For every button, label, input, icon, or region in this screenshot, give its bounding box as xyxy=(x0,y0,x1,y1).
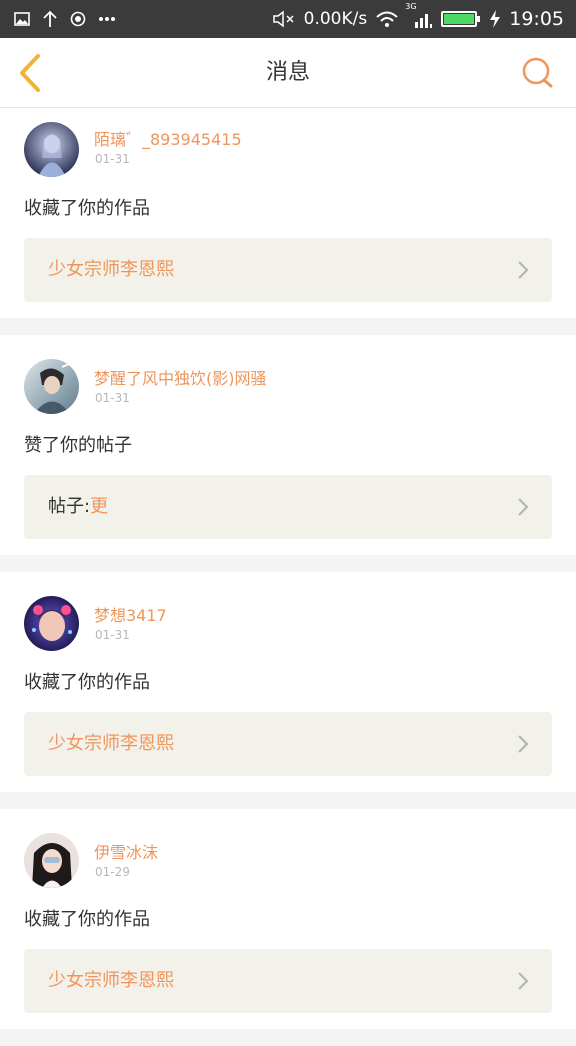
network-speed: 0.00K/s xyxy=(303,9,368,29)
clock: 19:05 xyxy=(509,8,564,30)
chevron-right-icon xyxy=(518,735,529,753)
message-card: 梦醒了风中独饮(影)网骚 01-31 赞了你的帖子 帖子:更 xyxy=(0,335,576,555)
status-bar-left xyxy=(14,10,116,28)
page-title: 消息 xyxy=(265,60,310,85)
work-title: 少女宗师李恩熙 xyxy=(48,949,174,1013)
network-type: 3G xyxy=(405,2,417,11)
message-card: 伊雪冰沫 01-29 收藏了你的作品 少女宗师李恩熙 xyxy=(0,809,576,1029)
avatar[interactable] xyxy=(24,833,79,888)
header: 消息 xyxy=(0,38,576,108)
battery-icon xyxy=(441,11,481,27)
post-link[interactable]: 帖子:更 xyxy=(24,475,552,539)
message-action: 收藏了你的作品 xyxy=(24,672,150,693)
message-action: 收藏了你的作品 xyxy=(24,198,150,219)
image-icon xyxy=(14,12,30,26)
signal-icon: 3G xyxy=(405,2,433,28)
post-title-text: 更 xyxy=(90,496,109,517)
message-action: 收藏了你的作品 xyxy=(24,909,150,930)
message-list: 陌璃゛_893945415 01-31 收藏了你的作品 少女宗师李恩熙 梦醒了风… xyxy=(0,108,576,1046)
message-time: 01-29 xyxy=(95,865,130,879)
wifi-icon xyxy=(375,10,399,28)
status-bar: 0.00K/s 3G 19:05 xyxy=(0,0,576,38)
charging-icon xyxy=(489,10,501,28)
search-icon xyxy=(522,57,553,88)
work-title-text: 少女宗师李恩熙 xyxy=(48,970,174,991)
work-link[interactable]: 少女宗师李恩熙 xyxy=(24,238,552,302)
upload-icon xyxy=(42,10,58,28)
avatar[interactable] xyxy=(24,359,79,414)
mute-icon xyxy=(272,10,296,28)
message-time: 01-31 xyxy=(95,152,130,166)
post-title: 帖子:更 xyxy=(48,475,108,539)
more-icon xyxy=(98,16,116,22)
message-card: 梦想3417 01-31 收藏了你的作品 少女宗师李恩熙 xyxy=(0,572,576,792)
status-bar-right: 0.00K/s 3G 19:05 xyxy=(272,2,564,30)
battery-level xyxy=(444,14,475,24)
message-time: 01-31 xyxy=(95,391,130,405)
work-title: 少女宗师李恩熙 xyxy=(48,712,174,776)
message-card: 陌璃゛_893945415 01-31 收藏了你的作品 少女宗师李恩熙 xyxy=(0,108,576,318)
message-time: 01-31 xyxy=(95,628,130,642)
user-name[interactable]: 陌璃゛_893945415 xyxy=(94,126,242,150)
work-title-text: 少女宗师李恩熙 xyxy=(48,733,174,754)
work-link[interactable]: 少女宗师李恩熙 xyxy=(24,712,552,776)
chevron-right-icon xyxy=(518,261,529,279)
chevron-right-icon xyxy=(518,972,529,990)
avatar[interactable] xyxy=(24,596,79,651)
record-icon xyxy=(70,11,86,27)
user-name[interactable]: 梦醒了风中独饮(影)网骚 xyxy=(94,365,267,389)
work-title-text: 少女宗师李恩熙 xyxy=(48,259,174,280)
work-title: 少女宗师李恩熙 xyxy=(48,238,174,302)
user-name[interactable]: 伊雪冰沫 xyxy=(94,839,158,863)
avatar[interactable] xyxy=(24,122,79,177)
work-link[interactable]: 少女宗师李恩熙 xyxy=(24,949,552,1013)
message-action: 赞了你的帖子 xyxy=(24,435,132,456)
post-prefix: 帖子: xyxy=(48,496,91,517)
chevron-right-icon xyxy=(518,498,529,516)
user-name[interactable]: 梦想3417 xyxy=(94,602,167,626)
search-button[interactable] xyxy=(520,56,554,90)
